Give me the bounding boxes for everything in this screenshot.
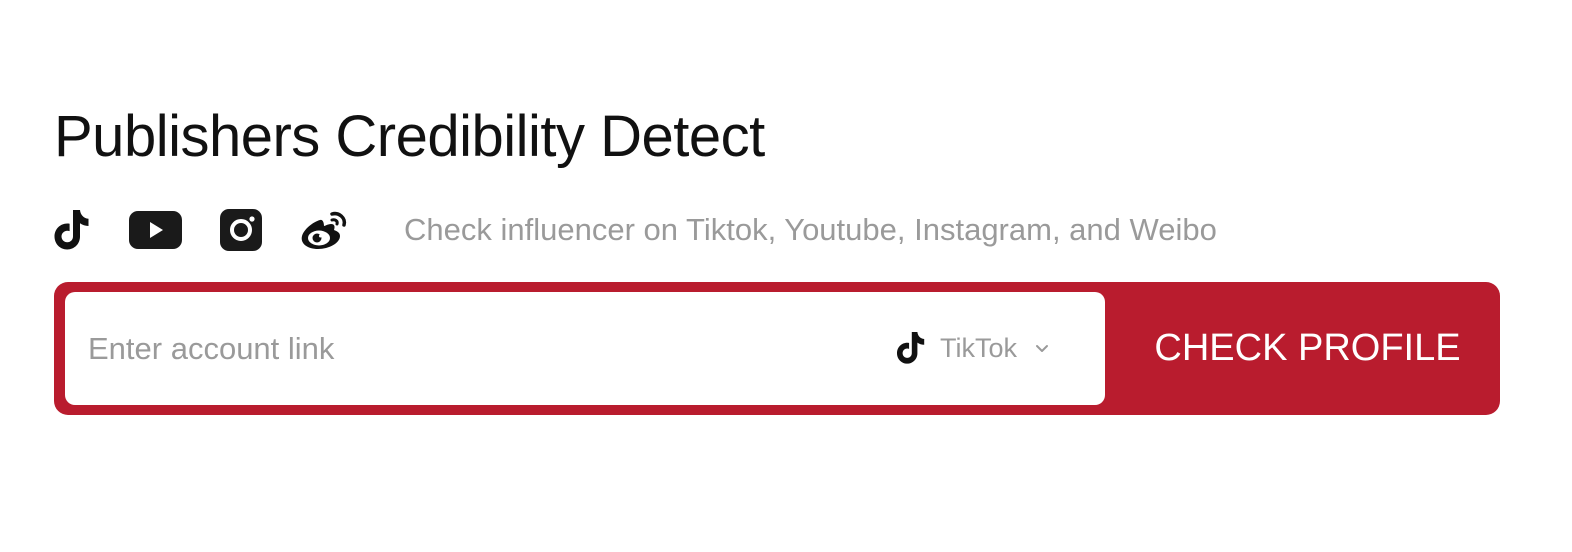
tiktok-icon: [52, 208, 92, 252]
credibility-detect-page: Publishers Credibility Detect Check infl…: [0, 0, 1572, 552]
tiktok-icon: [895, 330, 927, 366]
platform-dropdown[interactable]: TikTok: [895, 328, 1052, 368]
profile-search-bar: TikTok CHECK PROFILE: [54, 282, 1500, 415]
check-profile-button[interactable]: CHECK PROFILE: [1105, 282, 1500, 415]
account-link-input[interactable]: [88, 292, 868, 405]
input-container: TikTok: [65, 292, 1105, 405]
weibo-icon: [299, 208, 351, 252]
instagram-icon: [220, 209, 262, 251]
youtube-icon: [129, 211, 182, 249]
chevron-down-icon: [1032, 341, 1052, 355]
page-title: Publishers Credibility Detect: [54, 104, 765, 169]
platform-row: Check influencer on Tiktok, Youtube, Ins…: [52, 204, 1217, 256]
platform-dropdown-label: TikTok: [940, 333, 1018, 363]
platform-tagline: Check influencer on Tiktok, Youtube, Ins…: [404, 212, 1217, 247]
